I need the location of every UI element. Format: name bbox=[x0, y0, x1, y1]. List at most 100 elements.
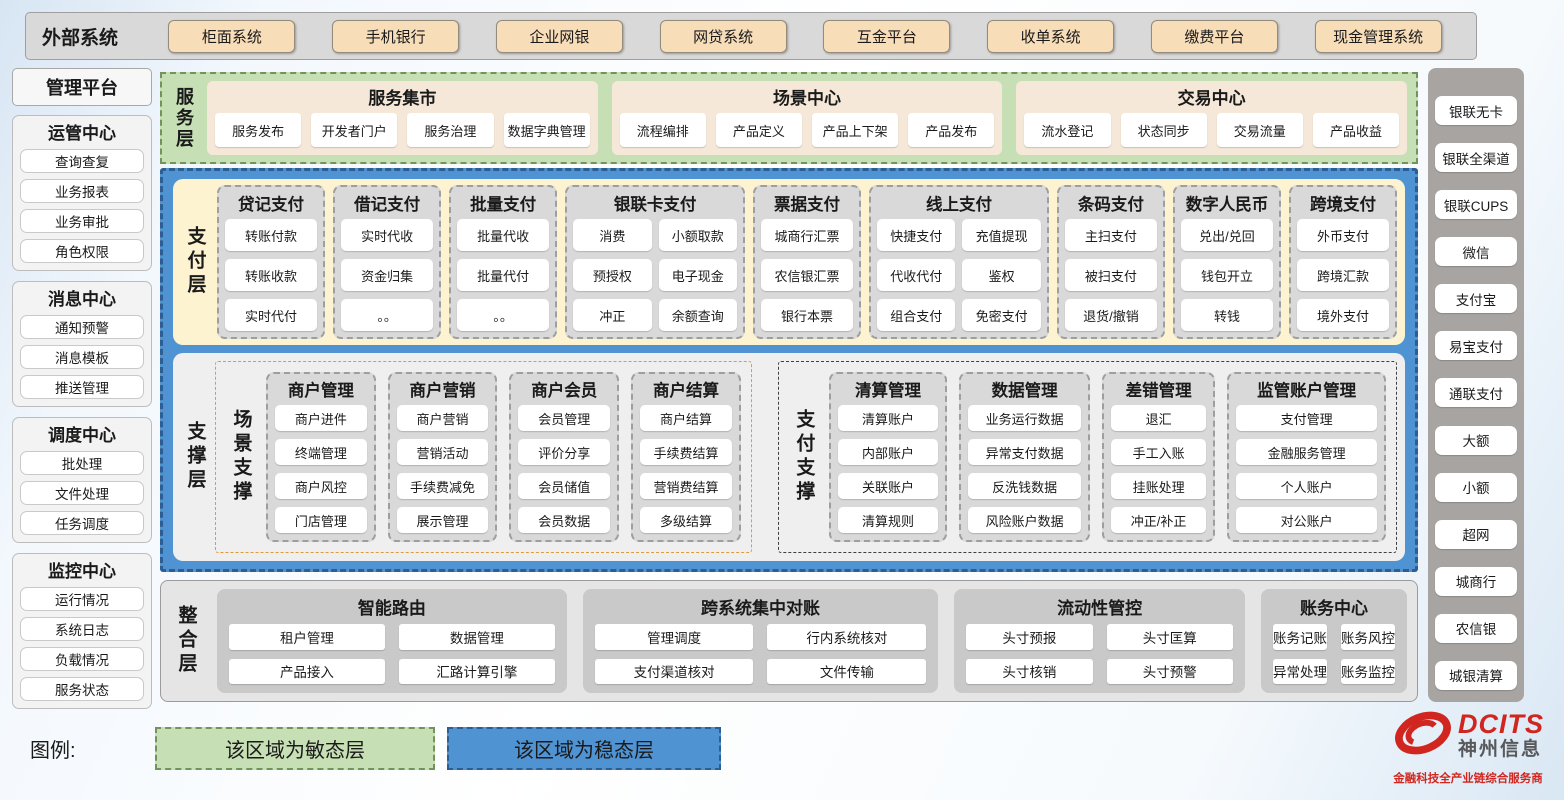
payment-item-node: 鉴权 bbox=[962, 259, 1040, 291]
payment-item-node: 。。 bbox=[341, 299, 433, 331]
support-item-node: 多级结算 bbox=[640, 507, 732, 533]
payment-channels-rail: 银联无卡银联全渠道银联CUPS微信支付宝易宝支付通联支付大额小额超网城商行农信银… bbox=[1428, 68, 1524, 702]
payment-category: 条码支付 主扫支付被扫支付退货/撤销 bbox=[1057, 185, 1165, 339]
payment-item-node: 钱包开立 bbox=[1181, 259, 1273, 291]
support-item-node: 关联账户 bbox=[838, 473, 938, 499]
support-item-node: 冲正/补正 bbox=[1111, 507, 1206, 533]
management-group-title: 调度中心 bbox=[20, 421, 144, 446]
payment-item-node: 农信银汇票 bbox=[761, 259, 853, 291]
payment-channel-node: 银联无卡 bbox=[1435, 96, 1517, 125]
logo-tagline-text: 金融科技全产业链综合服务商 bbox=[1393, 770, 1543, 786]
support-item-node: 商户进件 bbox=[275, 405, 367, 431]
service-center-items: 服务发布开发者门户服务治理数据字典管理 bbox=[215, 113, 590, 147]
service-center-title: 服务集市 bbox=[215, 84, 590, 109]
integration-item-node: 头寸预警 bbox=[1107, 659, 1233, 685]
support-item-node: 评价分享 bbox=[518, 439, 610, 465]
payment-layer: 支付层 贷记支付 转账付款转账收款实时代付 借记支付 实时代收资金归集。。 批量… bbox=[173, 179, 1405, 345]
service-layer-label: 服务层 bbox=[171, 81, 197, 155]
service-layer: 服务层 服务集市 服务发布开发者门户服务治理数据字典管理 场景中心 流程编排产品… bbox=[160, 72, 1418, 164]
payment-item-node: 外币支付 bbox=[1297, 219, 1389, 251]
dcits-swirl-icon bbox=[1392, 704, 1454, 767]
support-item-node: 退汇 bbox=[1111, 405, 1206, 431]
support-category: 清算管理 清算账户内部账户关联账户清算规则 bbox=[829, 372, 947, 542]
management-groups: 运管中心 查询查复业务报表业务审批角色权限 消息中心 通知预警消息模板推送管理 … bbox=[12, 115, 152, 709]
payment-category-items: 批量代收批量代付。。 bbox=[457, 219, 549, 331]
payment-category: 跨境支付 外币支付跨境汇款境外支付 bbox=[1289, 185, 1397, 339]
payment-item-node: 余额查询 bbox=[659, 299, 737, 331]
payment-item-node: 充值提现 bbox=[962, 219, 1040, 251]
support-item-node: 异常支付数据 bbox=[968, 439, 1081, 465]
payment-category: 线上支付 快捷支付充值提现代收代付鉴权组合支付免密支付 bbox=[869, 185, 1049, 339]
support-category-title: 清算管理 bbox=[838, 377, 938, 401]
legend-agile-box: 该区域为敏态层 bbox=[155, 727, 435, 770]
support-category: 商户会员 会员管理评价分享会员储值会员数据 bbox=[509, 372, 619, 542]
integration-item-node: 异常处理 bbox=[1273, 659, 1327, 685]
external-system-node: 手机银行 bbox=[332, 20, 459, 53]
integration-module: 跨系统集中对账 管理调度行内系统核对支付渠道核对文件传输 bbox=[583, 589, 938, 693]
support-item-node: 手工入账 bbox=[1111, 439, 1206, 465]
service-item-node: 开发者门户 bbox=[311, 113, 397, 147]
external-system-node: 柜面系统 bbox=[168, 20, 295, 53]
management-group: 调度中心 批处理文件处理任务调度 bbox=[12, 417, 152, 543]
payment-item-node: 消费 bbox=[573, 219, 651, 251]
payment-item-node: 电子现金 bbox=[659, 259, 737, 291]
payment-item-node: 转账付款 bbox=[225, 219, 317, 251]
integration-item-node: 头寸匡算 bbox=[1107, 624, 1233, 650]
integration-module-items: 管理调度行内系统核对支付渠道核对文件传输 bbox=[595, 624, 926, 684]
support-section-columns: 商户管理 商户进件终端管理商户风控门店管理 商户营销 商户营销营销活动手续费减免… bbox=[266, 372, 741, 542]
payment-category-title: 银联卡支付 bbox=[573, 188, 737, 219]
service-item-node: 产品上下架 bbox=[812, 113, 898, 147]
payment-item-node: 批量代收 bbox=[457, 219, 549, 251]
management-group-items: 查询查复业务报表业务审批角色权限 bbox=[20, 149, 144, 263]
integration-module-title: 智能路由 bbox=[229, 590, 555, 624]
support-category: 差错管理 退汇手工入账挂账处理冲正/补正 bbox=[1102, 372, 1215, 542]
stable-layer-container: 支付层 贷记支付 转账付款转账收款实时代付 借记支付 实时代收资金归集。。 批量… bbox=[160, 168, 1418, 572]
management-group-title: 监控中心 bbox=[20, 557, 144, 582]
support-item-node: 营销活动 bbox=[397, 439, 489, 465]
support-category: 数据管理 业务运行数据异常支付数据反洗钱数据风险账户数据 bbox=[959, 372, 1090, 542]
payment-category: 银联卡支付 消费小额取款预授权电子现金冲正余额查询 bbox=[565, 185, 745, 339]
payment-item-node: 批量代付 bbox=[457, 259, 549, 291]
support-item-node: 会员管理 bbox=[518, 405, 610, 431]
payment-category-title: 线上支付 bbox=[877, 188, 1041, 219]
payment-channel-node: 支付宝 bbox=[1435, 284, 1517, 313]
service-item-node: 流程编排 bbox=[620, 113, 706, 147]
payment-category-title: 票据支付 bbox=[761, 188, 853, 219]
payment-category: 批量支付 批量代收批量代付。。 bbox=[449, 185, 557, 339]
payment-category: 借记支付 实时代收资金归集。。 bbox=[333, 185, 441, 339]
integration-item-node: 头寸预报 bbox=[966, 624, 1092, 650]
support-item-node: 清算规则 bbox=[838, 507, 938, 533]
integration-item-node: 支付渠道核对 bbox=[595, 659, 754, 685]
integration-item-node: 头寸核销 bbox=[966, 659, 1092, 685]
payment-category: 贷记支付 转账付款转账收款实时代付 bbox=[217, 185, 325, 339]
support-category-items: 会员管理评价分享会员储值会员数据 bbox=[518, 405, 610, 533]
support-item-node: 展示管理 bbox=[397, 507, 489, 533]
service-centers: 服务集市 服务发布开发者门户服务治理数据字典管理 场景中心 流程编排产品定义产品… bbox=[207, 81, 1407, 155]
external-system-node: 现金管理系统 bbox=[1315, 20, 1442, 53]
service-item-node: 产品发布 bbox=[908, 113, 994, 147]
support-item-node: 对公账户 bbox=[1236, 507, 1377, 533]
payment-category: 数字人民币 兑出/兑回钱包开立转钱 bbox=[1173, 185, 1281, 339]
management-item-node: 任务调度 bbox=[20, 511, 144, 535]
support-category-title: 监管账户管理 bbox=[1236, 377, 1377, 401]
service-item-node: 流水登记 bbox=[1024, 113, 1110, 147]
integration-item-node: 文件传输 bbox=[767, 659, 926, 685]
external-systems-bar: 外部系统 柜面系统手机银行企业网银网贷系统互金平台收单系统缴费平台现金管理系统 bbox=[25, 12, 1477, 60]
payment-category-items: 外币支付跨境汇款境外支付 bbox=[1297, 219, 1389, 331]
support-item-node: 会员数据 bbox=[518, 507, 610, 533]
support-layer-label: 支撑层 bbox=[181, 361, 209, 553]
payment-channel-node: 农信银 bbox=[1435, 614, 1517, 643]
support-category: 商户结算 商户结算手续费结算营销费结算多级结算 bbox=[631, 372, 741, 542]
support-category-items: 业务运行数据异常支付数据反洗钱数据风险账户数据 bbox=[968, 405, 1081, 533]
service-center-title: 场景中心 bbox=[620, 84, 995, 109]
integration-modules: 智能路由 租户管理数据管理产品接入汇路计算引擎 跨系统集中对账 管理调度行内系统… bbox=[217, 589, 1407, 693]
payment-layer-label: 支付层 bbox=[181, 185, 209, 339]
integration-module-title: 账务中心 bbox=[1273, 590, 1395, 624]
payment-item-node: 。。 bbox=[457, 299, 549, 331]
payment-channel-node: 大额 bbox=[1435, 426, 1517, 455]
management-group-items: 批处理文件处理任务调度 bbox=[20, 451, 144, 535]
support-category-title: 商户管理 bbox=[275, 377, 367, 401]
payment-item-node: 预授权 bbox=[573, 259, 651, 291]
integration-item-node: 租户管理 bbox=[229, 624, 385, 650]
service-center: 交易中心 流水登记状态同步交易流量产品收益 bbox=[1016, 81, 1407, 155]
